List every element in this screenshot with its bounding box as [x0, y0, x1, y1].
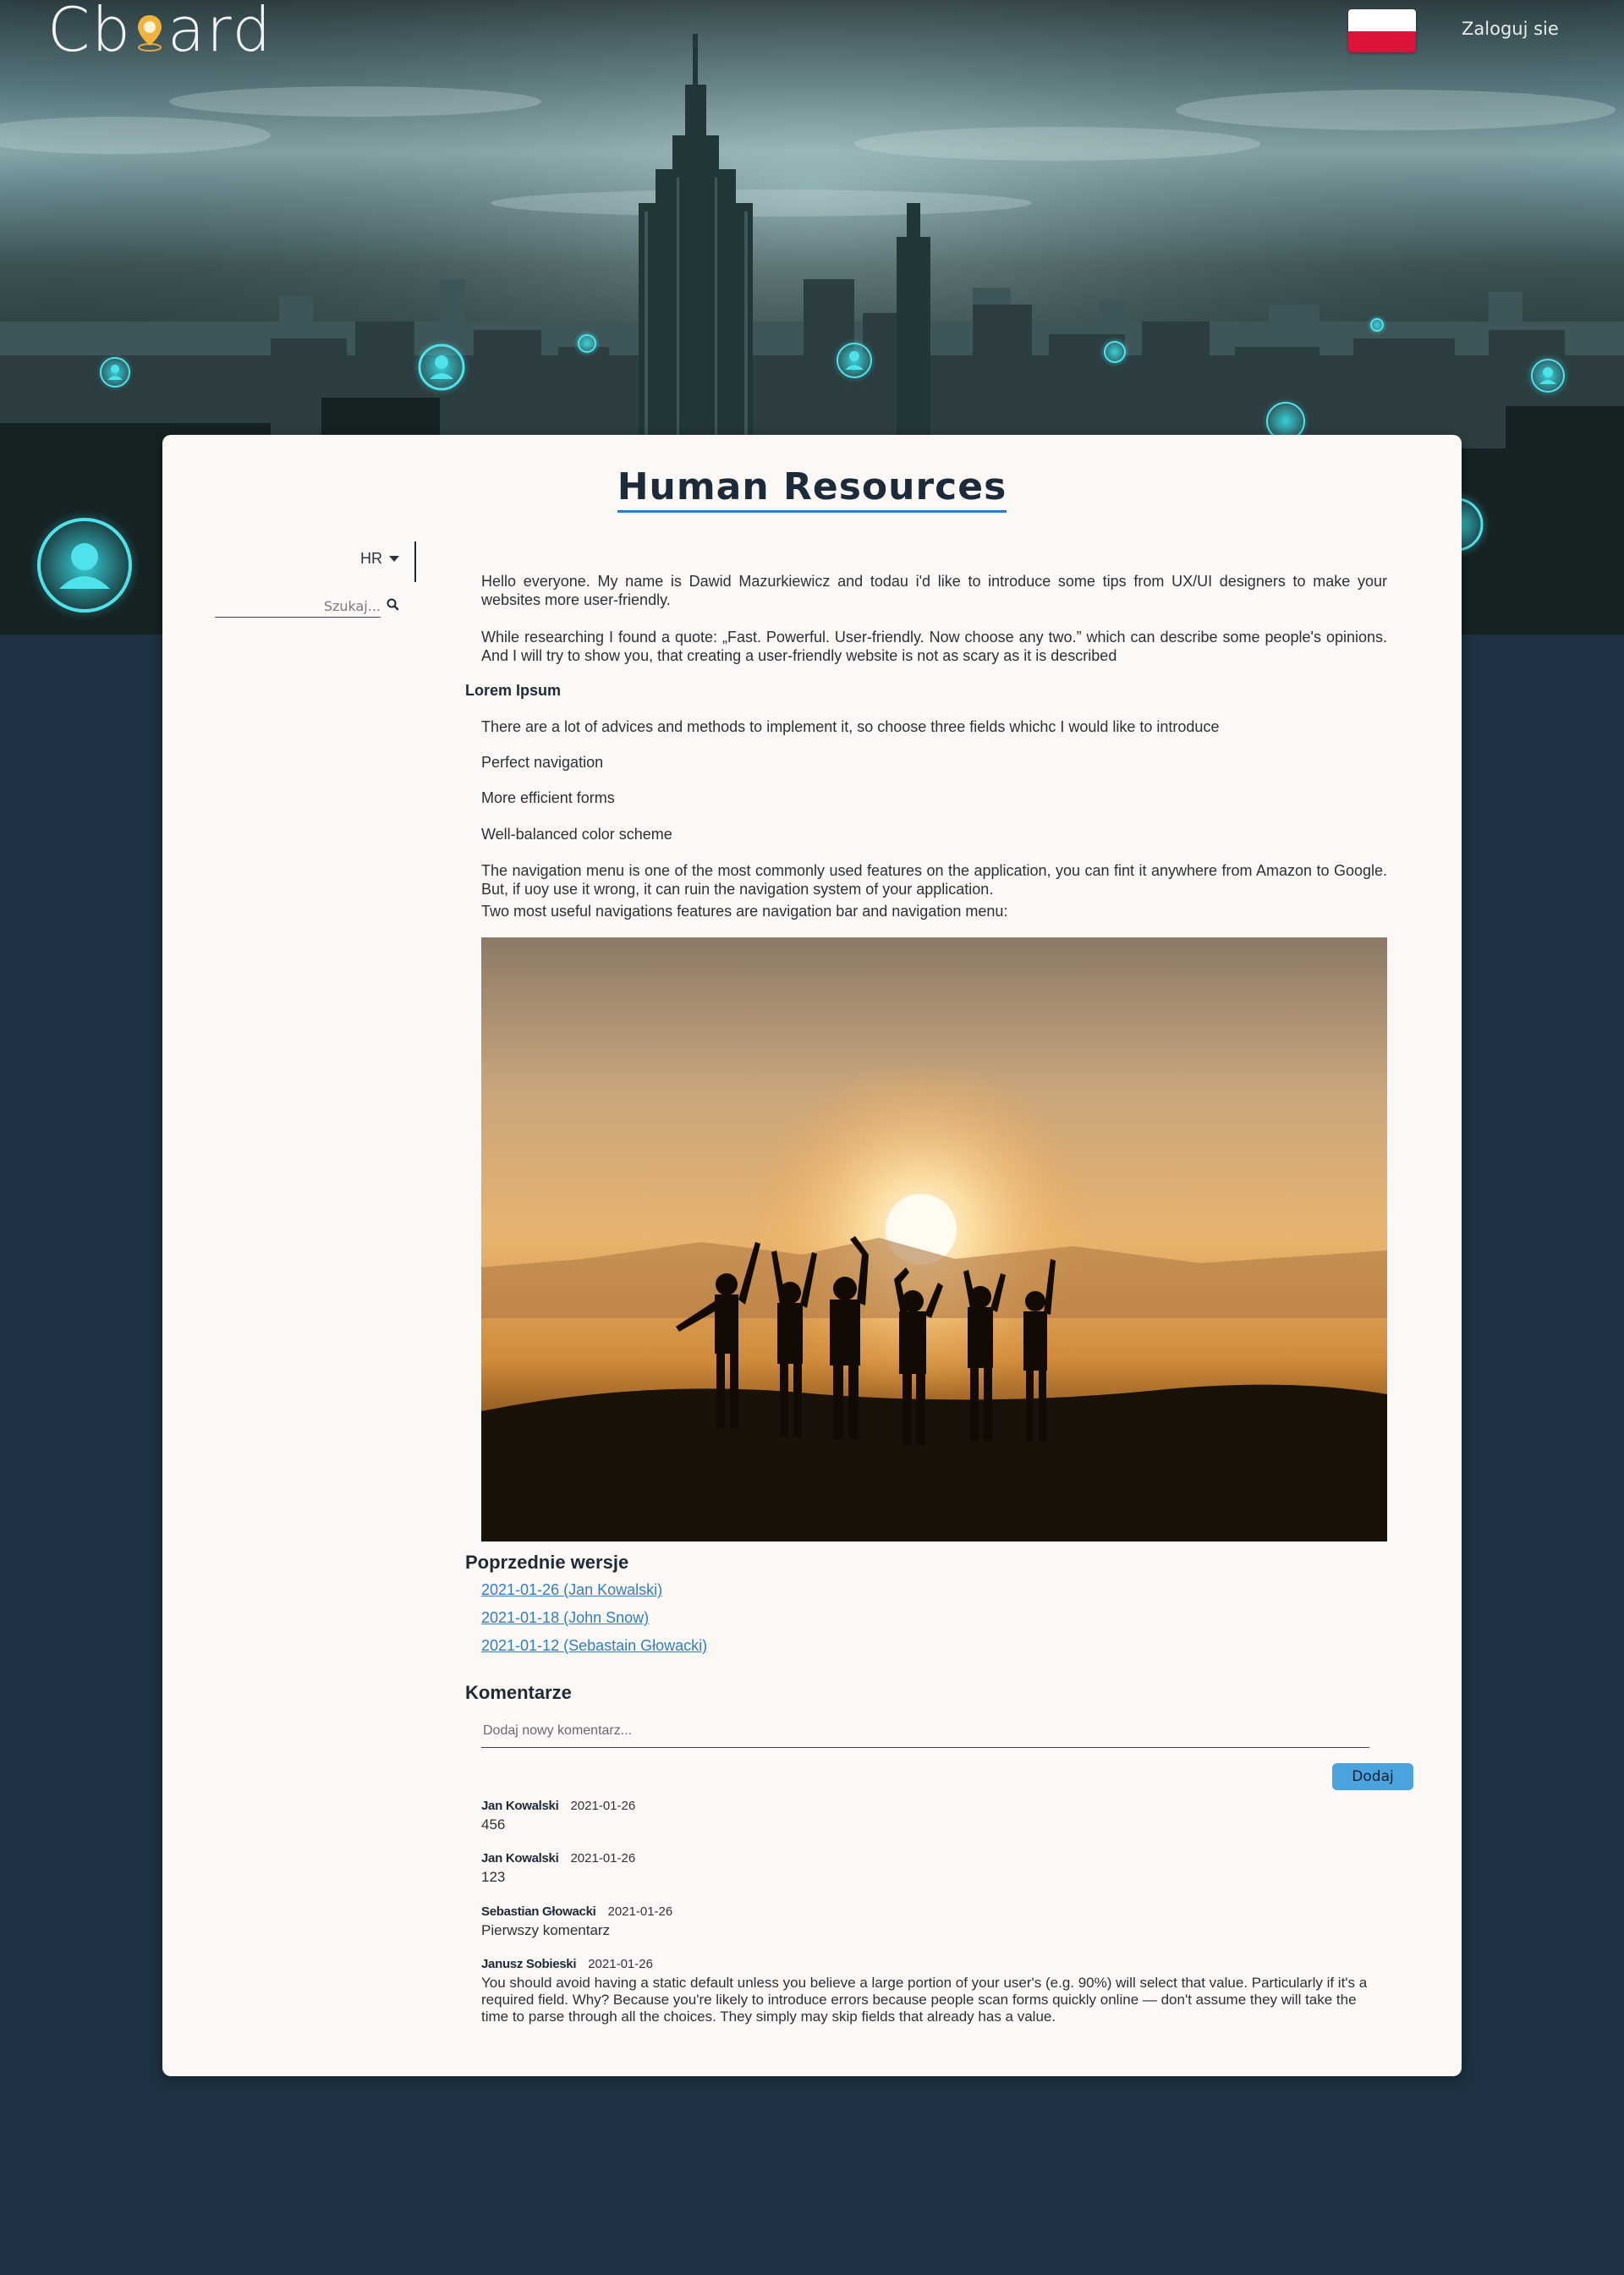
- caret-down-icon: [389, 556, 399, 562]
- version-link[interactable]: 2021-01-18 (John Snow): [481, 1608, 707, 1636]
- content-card: Human Resources HR Hello everyone. My na…: [162, 435, 1462, 2076]
- article-paragraph: Perfect navigation: [481, 754, 604, 771]
- comment-text: You should avoid having a static default…: [481, 1975, 1368, 2025]
- article-paragraph: Well-balanced color scheme: [481, 826, 672, 843]
- comment-text: 456: [481, 1816, 506, 1833]
- logo-text-right: ard: [167, 0, 273, 65]
- comment-date: 2021-01-26: [570, 1799, 636, 1813]
- comment-item: Janusz Sobieski 2021-01-26 You should avo…: [481, 1957, 1369, 2025]
- add-comment-button[interactable]: Dodaj: [1332, 1763, 1413, 1790]
- comment-item: Jan Kowalski 2021-01-26 123: [481, 1851, 1369, 1904]
- comment-meta: Jan Kowalski 2021-01-26: [481, 1851, 1369, 1866]
- login-link[interactable]: Zaloguj sie: [1462, 19, 1559, 39]
- comment-text: Pierwszy komentarz: [481, 1922, 611, 1938]
- version-link[interactable]: 2021-01-12 (Sebastain Głowacki): [481, 1636, 707, 1664]
- comment-date: 2021-01-26: [570, 1851, 636, 1866]
- comment-author: Sebastian Głowacki: [481, 1904, 596, 1919]
- comment-author: Janusz Sobieski: [481, 1957, 577, 1971]
- comment-text: 123: [481, 1869, 506, 1885]
- article-subheading: Lorem Ipsum: [465, 682, 562, 699]
- article-paragraph: There are a lot of advices and methods t…: [481, 718, 1220, 735]
- category-dropdown[interactable]: HR: [360, 550, 399, 568]
- page-title-text: Human Resources: [617, 465, 1007, 513]
- article-paragraph: More efficient forms: [481, 789, 615, 806]
- versions-list: 2021-01-26 (Jan Kowalski) 2021-01-18 (Jo…: [481, 1580, 707, 1664]
- poland-flag-icon[interactable]: [1348, 9, 1416, 52]
- comment-item: Sebastian Głowacki 2021-01-26 Pierwszy ko…: [481, 1904, 1369, 1957]
- page-title: Human Resources: [162, 465, 1462, 513]
- logo-text-left: Cb: [47, 0, 132, 65]
- comment-meta: Janusz Sobieski 2021-01-26: [481, 1957, 1369, 1971]
- location-pin-icon: [135, 14, 164, 52]
- comment-date: 2021-01-26: [607, 1904, 673, 1919]
- article-paragraph: Two most useful navigations features are…: [481, 903, 1008, 920]
- versions-heading: Poprzednie wersje: [465, 1552, 629, 1573]
- sidebar: HR: [162, 541, 418, 643]
- category-dropdown-label: HR: [360, 550, 382, 567]
- new-comment-input[interactable]: [481, 1714, 1369, 1748]
- comments-list: Jan Kowalski 2021-01-26 456 Jan Kowalski 2…: [481, 1799, 1369, 2025]
- comments-heading: Komentarze: [465, 1682, 572, 1703]
- version-link[interactable]: 2021-01-26 (Jan Kowalski): [481, 1580, 707, 1608]
- article-paragraph: Hello everyone. My name is Dawid Mazurki…: [481, 573, 1387, 608]
- comment-author: Jan Kowalski: [481, 1851, 559, 1866]
- search-icon[interactable]: [386, 597, 401, 613]
- cboard-logo[interactable]: Cb ard: [47, 0, 273, 65]
- comment-meta: Sebastian Głowacki 2021-01-26: [481, 1904, 1369, 1919]
- article-image: [481, 937, 1387, 1541]
- article-paragraph: While researching I found a quote: „Fast…: [481, 629, 1387, 664]
- search-input[interactable]: [215, 596, 381, 618]
- sidebar-divider: [414, 541, 416, 582]
- article-paragraph: The navigation menu is one of the most c…: [481, 862, 1387, 898]
- comment-date: 2021-01-26: [588, 1957, 653, 1971]
- comment-meta: Jan Kowalski 2021-01-26: [481, 1799, 1369, 1813]
- comment-author: Jan Kowalski: [481, 1799, 559, 1813]
- comment-item: Jan Kowalski 2021-01-26 456: [481, 1799, 1369, 1851]
